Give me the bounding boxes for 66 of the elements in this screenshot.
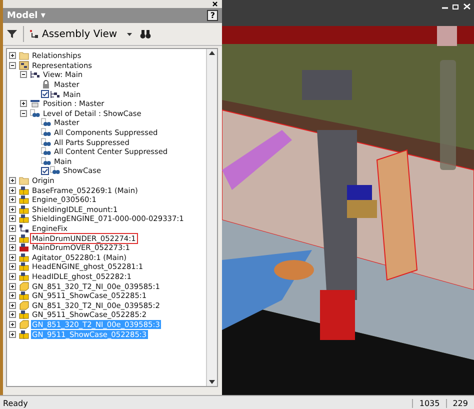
expand-toggle[interactable]: [9, 272, 16, 280]
expand-toggle[interactable]: [9, 311, 16, 318]
expand-toggle[interactable]: [9, 52, 16, 60]
view-icon: [30, 70, 40, 80]
expand-toggle[interactable]: [9, 177, 16, 184]
3d-model-viewport-drawing[interactable]: [222, 0, 474, 395]
detail-level-icon: [41, 156, 51, 166]
assembly-icon: [19, 252, 29, 262]
collapse-toggle[interactable]: [9, 62, 16, 69]
position-icon: [30, 99, 40, 108]
collapse-toggle[interactable]: [20, 71, 27, 78]
detail-level-icon: [30, 108, 40, 118]
detail-level-icon: [50, 166, 60, 176]
expand-toggle[interactable]: [9, 244, 16, 252]
assembly-icon: [19, 310, 29, 320]
folder-icon: [19, 51, 29, 60]
detail-level-icon: [41, 138, 51, 147]
assembly-icon: [19, 330, 29, 339]
expand-toggle[interactable]: [9, 320, 16, 328]
assembly-icon: [19, 243, 29, 252]
detail-level-icon: [41, 128, 51, 138]
folder-icon: [19, 176, 29, 186]
status-field: 229: [446, 398, 474, 408]
expand-toggle[interactable]: [9, 206, 16, 213]
expand-toggle[interactable]: [9, 330, 16, 338]
filter-icon[interactable]: [7, 29, 17, 39]
view-icon: [50, 90, 60, 99]
expand-toggle[interactable]: [9, 302, 16, 309]
restore-icon[interactable]: [452, 3, 460, 10]
collapse-toggle[interactable]: [20, 110, 27, 117]
expand-toggle[interactable]: [9, 215, 16, 222]
scrollbar[interactable]: [206, 49, 217, 386]
assembly-icon: [19, 234, 29, 243]
detail-level-icon: [41, 147, 51, 156]
expand-toggle[interactable]: [9, 224, 16, 232]
scroll-down-icon[interactable]: [209, 380, 215, 384]
assembly-icon: [19, 262, 29, 272]
assembly-icon: [19, 186, 29, 195]
assembly-icon: [19, 204, 29, 214]
lock-icon: [41, 80, 51, 90]
help-button[interactable]: ?: [207, 10, 218, 21]
caret-icon: [126, 32, 134, 36]
checkbox[interactable]: [41, 90, 49, 98]
constraint-icon: [19, 224, 29, 233]
view-dropdown[interactable]: Assembly View: [30, 28, 134, 40]
expand-toggle[interactable]: [9, 254, 16, 261]
status-text: Ready: [2, 398, 29, 408]
expand-toggle[interactable]: [20, 100, 27, 108]
assembly-icon: [19, 291, 29, 300]
expand-toggle[interactable]: [9, 292, 16, 300]
expand-toggle[interactable]: [9, 196, 16, 204]
assembly-view-icon: [30, 30, 39, 38]
close-icon[interactable]: [212, 1, 218, 7]
expand-toggle[interactable]: [9, 234, 16, 242]
checkbox[interactable]: [41, 166, 49, 175]
expand-toggle[interactable]: [9, 263, 16, 270]
assembly-icon: [19, 214, 29, 224]
representations-icon: [19, 60, 29, 70]
binoculars-icon[interactable]: [140, 30, 152, 38]
scroll-up-icon[interactable]: [209, 51, 215, 55]
status-field: 1035: [412, 398, 446, 408]
assembly-icon: [19, 272, 29, 281]
detail-level-icon: [41, 118, 51, 128]
expand-toggle[interactable]: [9, 186, 16, 194]
expand-toggle[interactable]: [9, 282, 16, 290]
assembly-icon: [19, 195, 29, 204]
